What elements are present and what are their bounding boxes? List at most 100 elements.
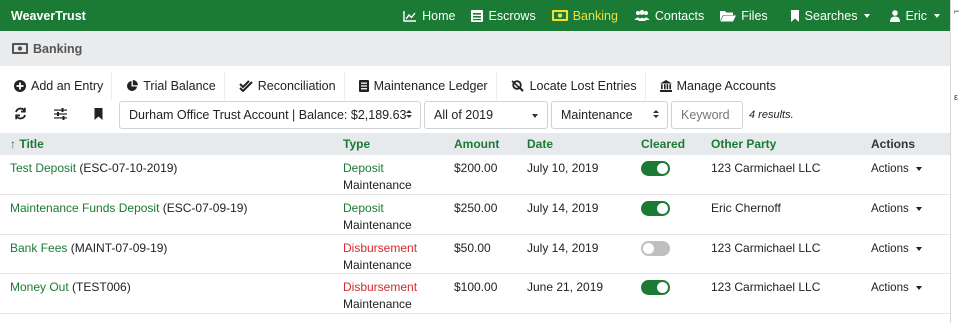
entry-amount: $100.00 [454,280,498,294]
title-cell: Test Deposit (ESC-07-10-2019) [0,155,333,195]
category-select-value: Maintenance [561,108,633,122]
nav-files-label: Files [741,8,768,23]
entry-amount: $250.00 [454,201,498,215]
select-arrows-icon [653,110,659,118]
table-row: Maintenance Funds Deposit (ESC-07-09-19)… [0,195,950,235]
nav-searches[interactable]: Searches [790,9,871,23]
chevron-down-icon [915,246,922,251]
window-edge [950,0,960,323]
trial-balance-label: Trial Balance [143,79,216,93]
col-date-header[interactable]: Date [517,133,631,155]
nav-contacts-label: Contacts [654,8,705,23]
entry-title-link[interactable]: Maintenance Funds Deposit [10,201,159,215]
manage-accounts-label: Manage Accounts [676,79,776,93]
folder-open-icon [720,10,737,22]
entry-date: July 10, 2019 [527,161,599,175]
manage-accounts-button[interactable]: Manage Accounts [645,72,784,100]
chevron-down-icon [934,13,940,18]
user-icon [890,9,901,22]
entry-other-party: 123 Carmichael LLC [711,280,821,294]
add-entry-button[interactable]: Add an Entry [0,72,112,100]
entry-reference: (ESC-07-10-2019) [79,161,178,175]
trial-balance-button[interactable]: Trial Balance [112,72,224,100]
type-cell: Deposit Maintenance [333,195,444,235]
row-actions-dropdown[interactable]: Actions [871,243,922,255]
chevron-down-icon [864,13,871,18]
money-bill-icon [12,43,28,54]
cleared-toggle[interactable] [641,161,670,176]
filter-settings-button[interactable] [47,101,73,129]
entry-amount: $50.00 [454,240,491,255]
actions-label: Actions [871,242,909,255]
locate-lost-entries-label: Locate Lost Entries [529,79,637,93]
toggle-knob [657,282,668,293]
maintenance-ledger-button[interactable]: Maintenance Ledger [344,72,496,100]
brand-logo[interactable]: WeaverTrust [11,9,86,23]
entry-title-link[interactable]: Money Out [10,280,69,294]
nav-escrows[interactable]: Escrows [471,9,536,23]
breadcrumb: Banking [0,31,950,66]
pie-chart-icon [126,80,139,92]
row-actions-dropdown[interactable]: Actions [871,203,922,215]
list-icon [358,80,369,92]
locate-lost-entries-button[interactable]: Locate Lost Entries [496,72,645,100]
chevron-down-icon [915,167,922,171]
entry-category: Maintenance [343,257,412,272]
cleared-cell [631,234,701,274]
row-actions-dropdown[interactable]: Actions [871,282,922,294]
cleared-toggle[interactable] [641,201,670,216]
category-select[interactable]: Maintenance [551,101,668,129]
edge-glyph: ε [954,92,959,102]
account-select-value: Durham Office Trust Account | Balance: $… [129,108,407,122]
entry-amount: $200.00 [454,161,498,175]
refresh-button[interactable] [7,101,33,129]
nav-banking[interactable]: Banking [551,8,618,23]
period-select-value: All of 2019 [434,108,494,122]
table-row: Bank Fees (MAINT-07-09-19) Disbursement M… [0,234,950,274]
bookmark-icon [790,9,800,22]
nav-banking-label: Banking [572,8,618,23]
cleared-cell [631,155,701,195]
cleared-cell [631,195,701,235]
nav-user-menu[interactable]: Eric [890,9,940,23]
actions-cell: Actions [861,234,950,274]
col-type-header[interactable]: Type [333,133,444,155]
save-search-button[interactable] [85,101,111,129]
chevron-down-icon [915,207,922,211]
entry-date: July 14, 2019 [527,240,599,255]
add-entry-label: Add an Entry [31,79,104,93]
entry-title-link[interactable]: Bank Fees [10,241,67,255]
keyword-input[interactable] [671,101,743,129]
entry-reference: (ESC-07-09-19) [162,201,248,215]
ledger-table: ↑ Title Type Amount Date Cleared Other P… [0,133,950,314]
entry-other-party: Eric Chernoff [711,201,781,215]
account-select[interactable]: Durham Office Trust Account | Balance: $… [119,101,421,129]
page-title: Banking [33,41,83,56]
check-double-icon [239,80,253,92]
cleared-toggle[interactable] [641,240,670,256]
cleared-cell [631,274,701,314]
type-cell: Disbursement Maintenance [333,274,444,314]
nav-searches-label: Searches [804,8,858,23]
table-row: Money Out (TEST006) Disbursement Maintena… [0,274,950,314]
money-bill-icon [551,10,568,21]
row-actions-dropdown[interactable]: Actions [871,163,922,175]
nav-home[interactable]: Home [403,9,455,23]
entry-type: Disbursement [343,280,418,294]
banking-toolbar: Add an Entry Trial Balance Reconciliatio… [0,72,784,100]
nav-files[interactable]: Files [720,8,768,23]
cleared-toggle[interactable] [641,280,670,295]
actions-label: Actions [871,163,909,175]
period-select[interactable]: All of 2019 [424,101,548,129]
col-other-party-header[interactable]: Other Party [701,133,861,155]
search-minus-icon [511,80,525,92]
col-title-header[interactable]: ↑ Title [0,133,333,155]
actions-label: Actions [871,282,909,294]
type-cell: Disbursement Maintenance [333,234,444,274]
entry-title-link[interactable]: Test Deposit [10,161,76,175]
type-cell: Deposit Maintenance [333,155,444,195]
nav-contacts[interactable]: Contacts [634,9,704,23]
col-amount-header[interactable]: Amount [444,133,517,155]
col-cleared-header[interactable]: Cleared [631,133,701,155]
reconciliation-button[interactable]: Reconciliation [224,72,344,100]
